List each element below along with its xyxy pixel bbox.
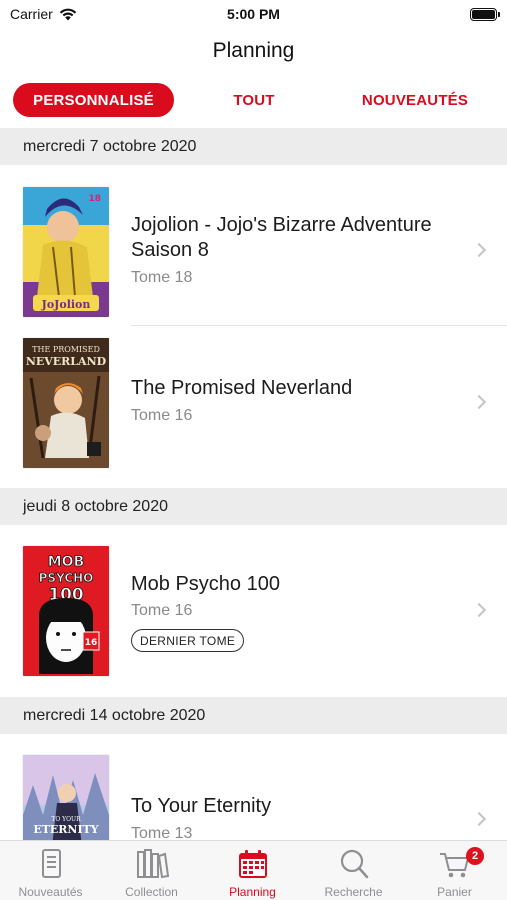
cover-image: JoJolion 18 xyxy=(23,187,109,317)
svg-text:16: 16 xyxy=(85,638,98,648)
svg-text:MOB: MOB xyxy=(48,554,85,570)
tab-nouveautes[interactable]: NOUVEAUTÉS xyxy=(344,83,486,117)
item-volume: Tome 16 xyxy=(131,602,193,619)
tabbar-label: Planning xyxy=(229,885,276,899)
chevron-right-icon xyxy=(471,394,487,410)
tabbar-label: Nouveautés xyxy=(18,885,83,899)
list-item[interactable]: JoJolion 18 Jojolion - Jojo's Bizarre Ad… xyxy=(0,165,507,326)
list-item[interactable]: MOB PSYCHO 100 16 Mob Psycho 100 Tome 16… xyxy=(0,525,507,697)
svg-text:JoJolion: JoJolion xyxy=(41,298,91,311)
tabbar-collection[interactable]: Collection xyxy=(101,841,202,900)
status-bar: Carrier 5:00 PM xyxy=(0,0,507,30)
tabbar-panier[interactable]: 2 Panier xyxy=(404,841,505,900)
svg-text:PSYCHO: PSYCHO xyxy=(39,571,94,585)
cover-image: MOB PSYCHO 100 16 xyxy=(23,546,109,676)
svg-text:THE PROMISED: THE PROMISED xyxy=(32,345,100,354)
tabbar-label: Collection xyxy=(125,885,178,899)
page-title: Planning xyxy=(212,39,295,62)
cart-count-badge: 2 xyxy=(466,847,484,865)
list-item[interactable]: TO YOUR ETERNITY To Your Eternity Tome 1… xyxy=(0,734,507,840)
chevron-right-icon xyxy=(471,602,487,618)
bottom-tab-bar: Nouveautés Collection Planning Recherche… xyxy=(0,840,507,900)
list-item[interactable]: THE PROMISED NEVERLAND The Promised Neve… xyxy=(0,326,507,487)
battery-icon xyxy=(470,8,500,21)
tab-tout[interactable]: TOUT xyxy=(206,83,302,117)
tabbar-nouveautes[interactable]: Nouveautés xyxy=(0,841,101,900)
document-icon xyxy=(41,849,61,878)
item-volume: Tome 16 xyxy=(131,407,193,424)
item-volume: Tome 13 xyxy=(131,825,193,840)
tabbar-recherche[interactable]: Recherche xyxy=(303,841,404,900)
item-volume: Tome 18 xyxy=(131,269,193,286)
chevron-right-icon xyxy=(471,811,487,827)
search-icon xyxy=(340,849,368,879)
svg-text:NEVERLAND: NEVERLAND xyxy=(26,355,107,368)
tabbar-label: Recherche xyxy=(324,885,383,899)
chevron-right-icon xyxy=(471,242,487,258)
svg-text:18: 18 xyxy=(88,194,101,204)
item-title: Mob Psycho 100 xyxy=(131,573,280,595)
books-icon xyxy=(136,849,169,879)
item-title: The Promised Neverland xyxy=(131,377,353,399)
item-title: Jojolion - Jojo's Bizarre Adventure Sais… xyxy=(131,214,432,261)
cover-image: TO YOUR ETERNITY xyxy=(23,755,109,840)
section-header-date: mercredi 14 octobre 2020 xyxy=(0,697,507,734)
calendar-icon xyxy=(238,850,267,878)
filter-tabs: PERSONNALISÉ TOUT NOUVEAUTÉS xyxy=(0,83,507,117)
cover-image: THE PROMISED NEVERLAND xyxy=(23,338,109,468)
tab-personnalise[interactable]: PERSONNALISÉ xyxy=(13,83,174,117)
section-header-date: jeudi 8 octobre 2020 xyxy=(0,488,507,525)
tabbar-label: Panier xyxy=(437,885,472,899)
item-title: To Your Eternity xyxy=(131,795,272,817)
status-time: 5:00 PM xyxy=(227,6,280,22)
last-volume-badge: DERNIER TOME xyxy=(131,629,245,652)
svg-text:TO YOUR: TO YOUR xyxy=(51,816,81,823)
section-header-date: mercredi 7 octobre 2020 xyxy=(0,128,507,165)
svg-text:ETERNITY: ETERNITY xyxy=(33,823,98,836)
tabbar-planning[interactable]: Planning xyxy=(202,841,303,900)
